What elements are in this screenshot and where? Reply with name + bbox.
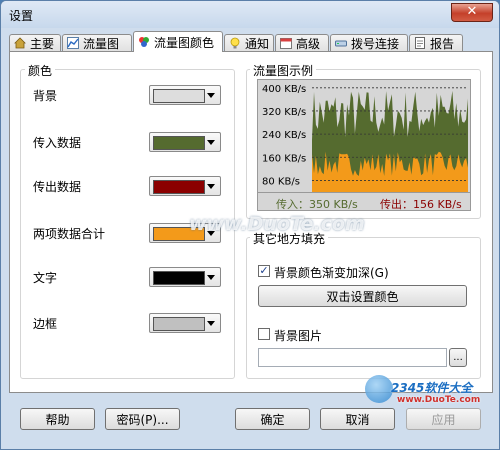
password-button[interactable]: 密码(P)... [105,408,180,430]
calendar-icon [280,38,292,49]
y-tick-label: 320 KB/s [262,107,306,118]
tab-label: 高级 [296,36,321,51]
help-button[interactable]: 帮助 [20,408,95,430]
checkmark-icon: ✓ [259,264,269,277]
tab-main[interactable]: 主要 [9,34,61,51]
chevron-down-icon [207,184,215,189]
incoming-data-label: 传入数据 [33,136,82,150]
watermark-center: www.DuoTe.com [189,213,365,235]
set-color-button[interactable]: 双击设置颜色 [258,285,467,307]
chevron-down-icon [207,321,215,326]
preview-group-title: 流量图示例 [250,62,317,79]
text-label: 文字 [33,271,58,285]
tab-strip: 主要 流量图 流量图颜色 通知 高级 拨号连接 报告 [9,31,493,52]
background-color-button[interactable] [149,85,221,105]
close-icon: ✕ [466,4,478,19]
total-data-label: 两项数据合计 [33,227,106,241]
tab-notify[interactable]: 通知 [224,34,274,51]
bg-image-path-input[interactable] [258,348,447,367]
tab-graph-colors[interactable]: 流量图颜色 [133,31,223,52]
chart-status-bar: 传入：350 KB/s 传出：156 KB/s [257,192,471,211]
y-tick-label: 80 KB/s [262,176,300,187]
chevron-down-icon [207,275,215,280]
incoming-color-button[interactable] [149,132,221,152]
report-icon [415,37,425,49]
browse-button[interactable]: ... [449,348,467,367]
tab-label: 主要 [30,36,55,51]
gradient-checkbox[interactable]: ✓ [258,265,270,277]
gradient-checkbox-label: 背景颜色渐变加深(G) [274,266,389,280]
incoming-rate: 传入：350 KB/s [276,198,358,211]
tab-label: 通知 [245,36,270,51]
color-swatch [153,136,205,150]
chevron-down-icon [207,140,215,145]
text-color-button[interactable] [149,267,221,287]
tab-label: 报告 [430,36,455,51]
tab-label: 拨号连接 [351,36,400,51]
tab-label: 流量图颜色 [154,35,215,50]
colors-group-title: 颜色 [25,62,56,79]
tab-advanced[interactable]: 高级 [275,34,329,51]
outgoing-color-button[interactable] [149,176,221,196]
cancel-button[interactable]: 取消 [320,408,395,430]
modem-icon [335,40,347,47]
color-swatch [153,89,205,103]
y-tick-label: 240 KB/s [262,130,306,141]
color-swatch [153,317,205,331]
tab-dialup[interactable]: 拨号连接 [330,34,408,51]
chevron-down-icon [207,93,215,98]
color-swatch [153,271,205,285]
y-tick-label: 400 KB/s [262,84,306,95]
tab-report[interactable]: 报告 [409,34,463,51]
color-swatch [153,180,205,194]
palette-icon [139,37,149,47]
watermark-brand: 2345软件大全 [391,381,473,395]
outgoing-data-label: 传出数据 [33,180,82,194]
lightbulb-icon [230,37,240,49]
background-label: 背景 [33,89,58,103]
window-title: 设置 [9,9,34,23]
title-bar[interactable]: 设置 ✕ [1,1,499,28]
border-label: 边框 [33,317,58,331]
home-icon [14,37,26,49]
tab-traffic-graph[interactable]: 流量图 [62,34,132,51]
bg-image-checkbox-label: 背景图片 [274,329,323,343]
traffic-chart-svg: 400 KB/s 320 KB/s 240 KB/s 160 KB/s 80 KB/s [262,84,468,192]
ok-button[interactable]: 确定 [235,408,310,430]
watermark-url: www.DuoTe.com [397,395,481,405]
close-button[interactable]: ✕ [451,3,493,22]
apply-button[interactable]: 应用 [406,408,481,430]
y-tick-label: 160 KB/s [262,153,306,164]
mascot-icon [365,375,393,403]
outgoing-rate: 传出：156 KB/s [380,198,462,211]
tab-label: 流量图 [83,36,120,51]
line-chart-icon [67,37,79,49]
border-color-button[interactable] [149,313,221,333]
bg-image-checkbox[interactable] [258,328,270,340]
settings-window: 设置 ✕ 主要 流量图 流量图颜色 通知 高级 拨号连接 报告 颜色 背景 传入… [0,0,500,450]
